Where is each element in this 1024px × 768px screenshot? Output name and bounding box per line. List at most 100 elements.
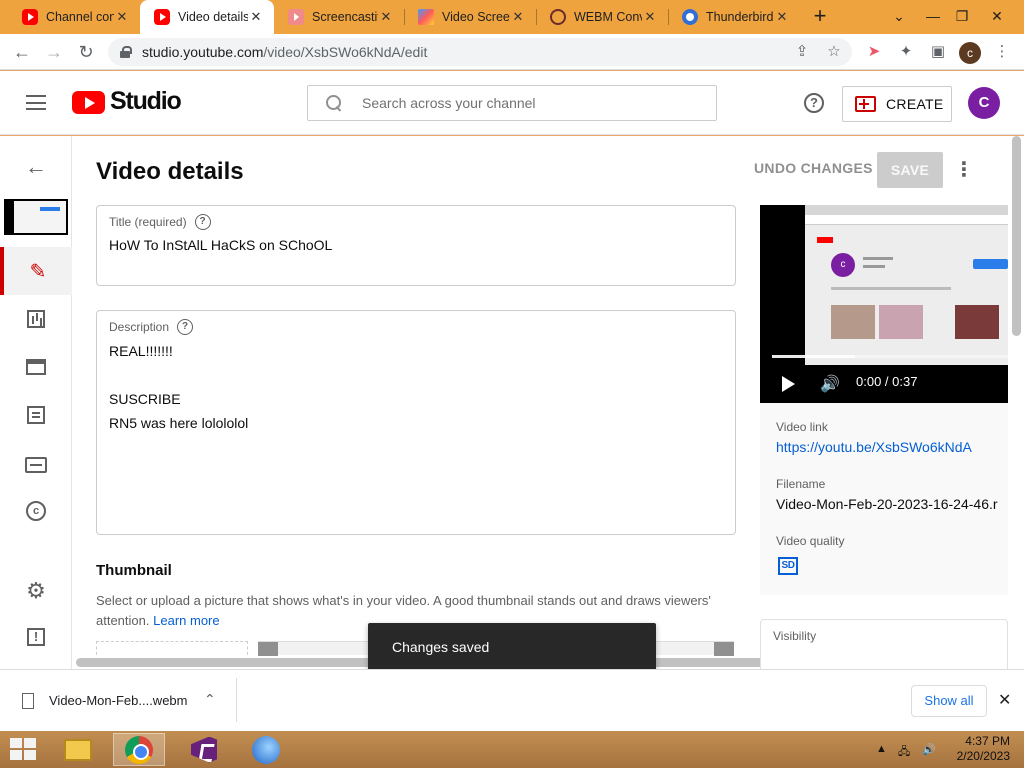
settings-gear-icon[interactable]: ⚙ bbox=[0, 567, 72, 615]
video-frame-image: c bbox=[805, 205, 1008, 365]
title-field[interactable]: Title (required) ? HoW To InStAlL HaCkS … bbox=[96, 205, 736, 286]
youtube-icon bbox=[154, 9, 170, 25]
visibility-card[interactable]: Visibility bbox=[760, 619, 1008, 669]
chevron-up-icon[interactable]: ⌃ bbox=[204, 691, 216, 708]
video-quality-label: Video quality bbox=[776, 534, 845, 548]
close-icon[interactable]: ✕ bbox=[378, 9, 394, 25]
description-field[interactable]: Description ? REAL!!!!!!! SUSCRIBE RN5 w… bbox=[96, 310, 736, 535]
feedback-icon[interactable]: ! bbox=[0, 613, 72, 661]
file-explorer-icon[interactable] bbox=[52, 733, 104, 766]
url-path: /video/XsbSWo6kNdA/edit bbox=[263, 44, 428, 60]
undo-changes-button[interactable]: UNDO CHANGES bbox=[754, 160, 873, 176]
tab-search-icon[interactable]: ⌄ bbox=[886, 4, 912, 28]
tab-webm-converter[interactable]: WEBM Conve ✕ bbox=[536, 0, 668, 34]
youtube-logo-icon[interactable] bbox=[72, 91, 105, 114]
thunderbird-icon[interactable] bbox=[240, 733, 292, 766]
chrome-menu-icon[interactable]: ⋮ bbox=[992, 42, 1012, 62]
close-window-icon[interactable]: ✕ bbox=[984, 4, 1010, 28]
analytics-icon[interactable] bbox=[0, 295, 72, 343]
screencastify-extension-icon[interactable]: ➤ bbox=[864, 42, 884, 62]
address-bar[interactable]: studio.youtube.com/video/XsbSWo6kNdA/edi… bbox=[108, 38, 852, 66]
bookmark-star-icon[interactable]: ☆ bbox=[824, 42, 844, 62]
video-frame-avatar: c bbox=[831, 253, 855, 277]
url-host: studio.youtube.com bbox=[142, 44, 264, 60]
close-icon[interactable]: ✕ bbox=[998, 690, 1011, 710]
tab-thunderbird[interactable]: Thunderbird ✕ bbox=[668, 0, 800, 34]
play-icon[interactable] bbox=[782, 376, 795, 392]
title-field-label: Title (required) ? bbox=[109, 214, 211, 230]
details-pencil-icon[interactable]: ✎ bbox=[0, 247, 72, 295]
visual-studio-icon[interactable] bbox=[178, 733, 230, 766]
side-panel-icon[interactable]: ▣ bbox=[928, 42, 948, 62]
editor-film-icon[interactable] bbox=[0, 343, 72, 391]
close-icon[interactable]: ✕ bbox=[642, 9, 658, 25]
download-file-name[interactable]: Video-Mon-Feb....webm bbox=[49, 693, 188, 708]
create-label: CREATE bbox=[886, 96, 944, 112]
help-icon[interactable]: ? bbox=[804, 93, 824, 113]
tab-video-screen[interactable]: Video Screen ✕ bbox=[404, 0, 536, 34]
tab-screencastify[interactable]: Screencastify ✕ bbox=[274, 0, 404, 34]
back-to-content-icon[interactable]: ← bbox=[0, 143, 72, 191]
upload-thumbnail-button[interactable] bbox=[96, 641, 248, 655]
share-icon[interactable]: ⇪ bbox=[792, 42, 812, 62]
video-thumbnail-small[interactable] bbox=[4, 199, 68, 235]
learn-more-link[interactable]: Learn more bbox=[153, 613, 219, 628]
subtitles-icon[interactable] bbox=[0, 441, 72, 489]
menu-icon[interactable] bbox=[26, 95, 46, 110]
reload-icon[interactable]: ↻ bbox=[74, 40, 98, 64]
video-preview-card: c 🔊 0:00 / 0:37 Video link https://youtu… bbox=[760, 205, 1008, 595]
more-options-icon[interactable]: ⋮ bbox=[954, 156, 974, 184]
restore-icon[interactable]: ❐ bbox=[949, 4, 975, 28]
system-clock[interactable]: 4:37 PM 2/20/2023 bbox=[948, 734, 1010, 764]
tab-channel-content[interactable]: Channel content ✕ bbox=[8, 0, 140, 34]
close-icon[interactable]: ✕ bbox=[248, 9, 264, 25]
back-icon[interactable]: ← bbox=[10, 40, 34, 64]
help-question-icon[interactable]: ? bbox=[177, 319, 194, 335]
windows-taskbar: ▲ 🖧 🔊 4:37 PM 2/20/2023 bbox=[0, 731, 1024, 768]
thunderbird-icon bbox=[682, 9, 698, 25]
filename-value: Video-Mon-Feb-20-2023-16-24-46.r bbox=[776, 496, 998, 512]
url-text: studio.youtube.com/video/XsbSWo6kNdA/edi… bbox=[142, 44, 427, 60]
show-all-button[interactable]: Show all bbox=[911, 685, 987, 717]
studio-logo-text[interactable]: Studio bbox=[110, 87, 182, 116]
close-icon[interactable]: ✕ bbox=[774, 9, 790, 25]
comments-icon[interactable] bbox=[0, 391, 72, 439]
title-input[interactable]: HoW To InStAlL HaCkS on SChoOL bbox=[109, 233, 332, 257]
description-textarea[interactable]: REAL!!!!!!! SUSCRIBE RN5 was here lololo… bbox=[109, 339, 248, 435]
search-input[interactable] bbox=[362, 95, 682, 111]
changes-saved-toast: Changes saved bbox=[368, 623, 656, 671]
video-player[interactable]: c 🔊 0:00 / 0:37 bbox=[760, 205, 1008, 403]
minimize-icon[interactable]: — bbox=[920, 4, 946, 28]
chrome-icon[interactable] bbox=[113, 733, 165, 766]
tab-title: Video Screen bbox=[442, 10, 510, 24]
video-link[interactable]: https://youtu.be/XsbSWo6kNdA bbox=[776, 439, 972, 455]
create-button[interactable]: CREATE bbox=[842, 86, 952, 122]
volume-tray-icon[interactable]: 🔊 bbox=[922, 743, 936, 756]
webm-converter-icon bbox=[550, 9, 566, 25]
close-icon[interactable]: ✕ bbox=[114, 9, 130, 25]
save-button[interactable]: SAVE bbox=[877, 152, 943, 188]
tab-title: WEBM Conve bbox=[574, 10, 642, 24]
tab-video-details[interactable]: Video details ✕ bbox=[140, 0, 274, 34]
video-link-label: Video link bbox=[776, 420, 828, 434]
close-icon[interactable]: ✕ bbox=[510, 9, 526, 25]
new-tab-button[interactable]: + bbox=[808, 5, 832, 29]
page-title: Video details bbox=[96, 158, 244, 185]
extensions-puzzle-icon[interactable]: ✦ bbox=[896, 42, 916, 62]
download-shelf: Video-Mon-Feb....webm ⌃ Show all ✕ bbox=[0, 669, 1024, 731]
volume-icon[interactable]: 🔊 bbox=[820, 374, 840, 394]
browser-profile-avatar[interactable]: c bbox=[959, 42, 981, 64]
help-question-icon[interactable]: ? bbox=[194, 214, 211, 230]
copyright-icon[interactable]: c bbox=[0, 487, 72, 535]
vertical-scrollbar[interactable] bbox=[1012, 136, 1021, 336]
search-icon bbox=[326, 95, 342, 111]
tab-title: Screencastify bbox=[312, 10, 378, 24]
windows-start-icon[interactable] bbox=[10, 738, 38, 762]
create-video-icon bbox=[855, 96, 876, 112]
forward-icon[interactable]: → bbox=[42, 40, 66, 64]
visibility-label: Visibility bbox=[773, 629, 817, 643]
network-icon[interactable]: 🖧 bbox=[898, 743, 910, 762]
channel-search[interactable] bbox=[307, 85, 717, 121]
account-avatar[interactable]: C bbox=[968, 87, 1000, 119]
show-hidden-icons-icon[interactable]: ▲ bbox=[876, 743, 887, 755]
